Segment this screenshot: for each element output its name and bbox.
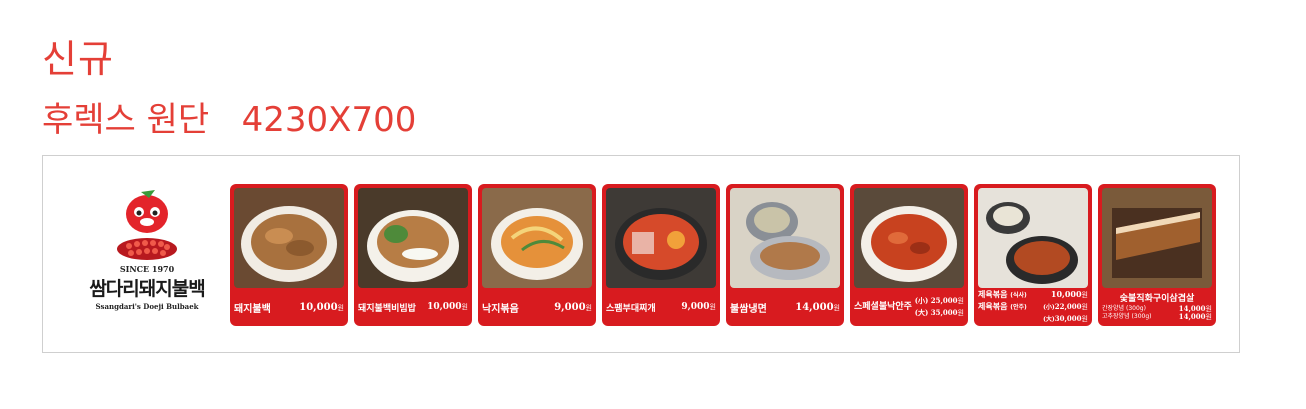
food-photo [854, 188, 964, 288]
food-photo [978, 188, 1088, 288]
size-large: (大) [914, 308, 929, 317]
menu-label: 간장양념 [1102, 304, 1125, 312]
menu-caption: 숯불직화구이삼겹살 간장양념 (300g) 14,000원 고추장양념 (300… [1102, 291, 1212, 323]
menu-name: 낙지볶음 [482, 303, 519, 315]
price-unit: 원 [709, 303, 716, 311]
menu-caption: 스팸부대찌개 9,000원 [606, 291, 716, 323]
menu-name: 스페셜불낙안주 [854, 301, 912, 312]
menu-card: 제육볶음 (식사) 10,000원 제육볶음 (안주) (小)22,000원 (… [974, 184, 1092, 326]
menu-tag: (식사) [1010, 292, 1027, 299]
food-photo [482, 188, 592, 288]
menu-caption: 돼지불백 10,000원 [234, 291, 344, 323]
menu-caption: 불쌈냉면 14,000원 [730, 291, 840, 323]
price-unit: 원 [1081, 315, 1088, 323]
menu-price: 10,000 [299, 301, 338, 313]
food-photo [358, 188, 468, 288]
menu-price: 22,000 [1054, 302, 1082, 311]
menu-price: 9,000 [554, 301, 586, 313]
menu-price: 9,000 [681, 302, 710, 312]
menu-caption: 돼지불백비빔밥 10,000원 [358, 291, 468, 323]
menu-name: 제육볶음 [978, 302, 1008, 311]
menu-card: 돼지불백비빔밥 10,000원 [354, 184, 472, 326]
price-unit: 원 [1081, 291, 1088, 299]
logo-name: 쌈다리돼지불백 [89, 278, 205, 300]
price-small: 25,000 [930, 296, 958, 305]
menu-price: 30,000 [1054, 314, 1082, 323]
size-large: (大) [1043, 316, 1055, 323]
menu-card: 낙지볶음 9,000원 [478, 184, 596, 326]
pig-mascot-icon [117, 190, 177, 260]
menu-name: 제육볶음 [978, 290, 1008, 299]
brand-logo: SINCE 1970 쌈다리돼지불백 Ssangdari's Doeji Bul… [71, 186, 223, 316]
price-unit: 원 [337, 303, 344, 312]
logo-english: Ssangdari's Doeji Bulbaek [95, 302, 199, 311]
food-photo [730, 188, 840, 288]
menu-price: 14,000 [795, 301, 834, 313]
menu-card: 스팸부대찌개 9,000원 [602, 184, 720, 326]
menu-name: 불쌈냉면 [730, 303, 767, 315]
size-small: (小) [1043, 304, 1055, 311]
menu-caption: 제육볶음 (식사) 10,000원 제육볶음 (안주) (小)22,000원 (… [978, 289, 1088, 323]
food-photo [1102, 188, 1212, 288]
menu-name: 돼지불백 [234, 303, 271, 315]
menu-card: 숯불직화구이삼겹살 간장양념 (300g) 14,000원 고추장양념 (300… [1098, 184, 1216, 326]
size-small: (小) [914, 296, 929, 305]
menu-name: 스팸부대찌개 [606, 303, 656, 314]
menu-caption: 스페셜불낙안주 (小) 25,000원 (大) 35,000원 [854, 291, 964, 323]
menu-price: 10,000 [1050, 289, 1082, 299]
logo-since: SINCE 1970 [119, 264, 175, 274]
menu-caption: 낙지볶음 9,000원 [482, 291, 592, 323]
price-unit: 원 [1205, 312, 1212, 321]
price-unit: 원 [1081, 303, 1088, 311]
price-unit: 원 [833, 303, 840, 312]
price-unit: 원 [461, 303, 468, 311]
menu-price: 14,000 [1178, 311, 1206, 321]
menu-qty: (300g) [1126, 304, 1146, 312]
menu-tag: (안주) [1010, 304, 1027, 311]
food-photo [606, 188, 716, 288]
price-unit: 원 [957, 297, 964, 305]
page-subheading: 후렉스 원단 4230X700 [42, 100, 417, 140]
menu-card: 불쌈냉면 14,000원 [726, 184, 844, 326]
food-photo [234, 188, 344, 288]
menu-label: 고추장양념 [1102, 312, 1130, 320]
price-unit: 원 [957, 309, 964, 317]
page-heading: 신규 [42, 37, 114, 81]
menu-price: 10,000 [427, 302, 462, 312]
price-unit: 원 [1205, 304, 1212, 313]
price-unit: 원 [585, 303, 592, 312]
menu-banner: SINCE 1970 쌈다리돼지불백 Ssangdari's Doeji Bul… [42, 155, 1240, 353]
menu-card: 스페셜불낙안주 (小) 25,000원 (大) 35,000원 [850, 184, 968, 326]
menu-card: 돼지불백 10,000원 [230, 184, 348, 326]
menu-qty: (300g) [1131, 312, 1152, 320]
price-large: 35,000 [930, 308, 958, 317]
menu-name: 돼지불백비빔밥 [358, 303, 416, 314]
